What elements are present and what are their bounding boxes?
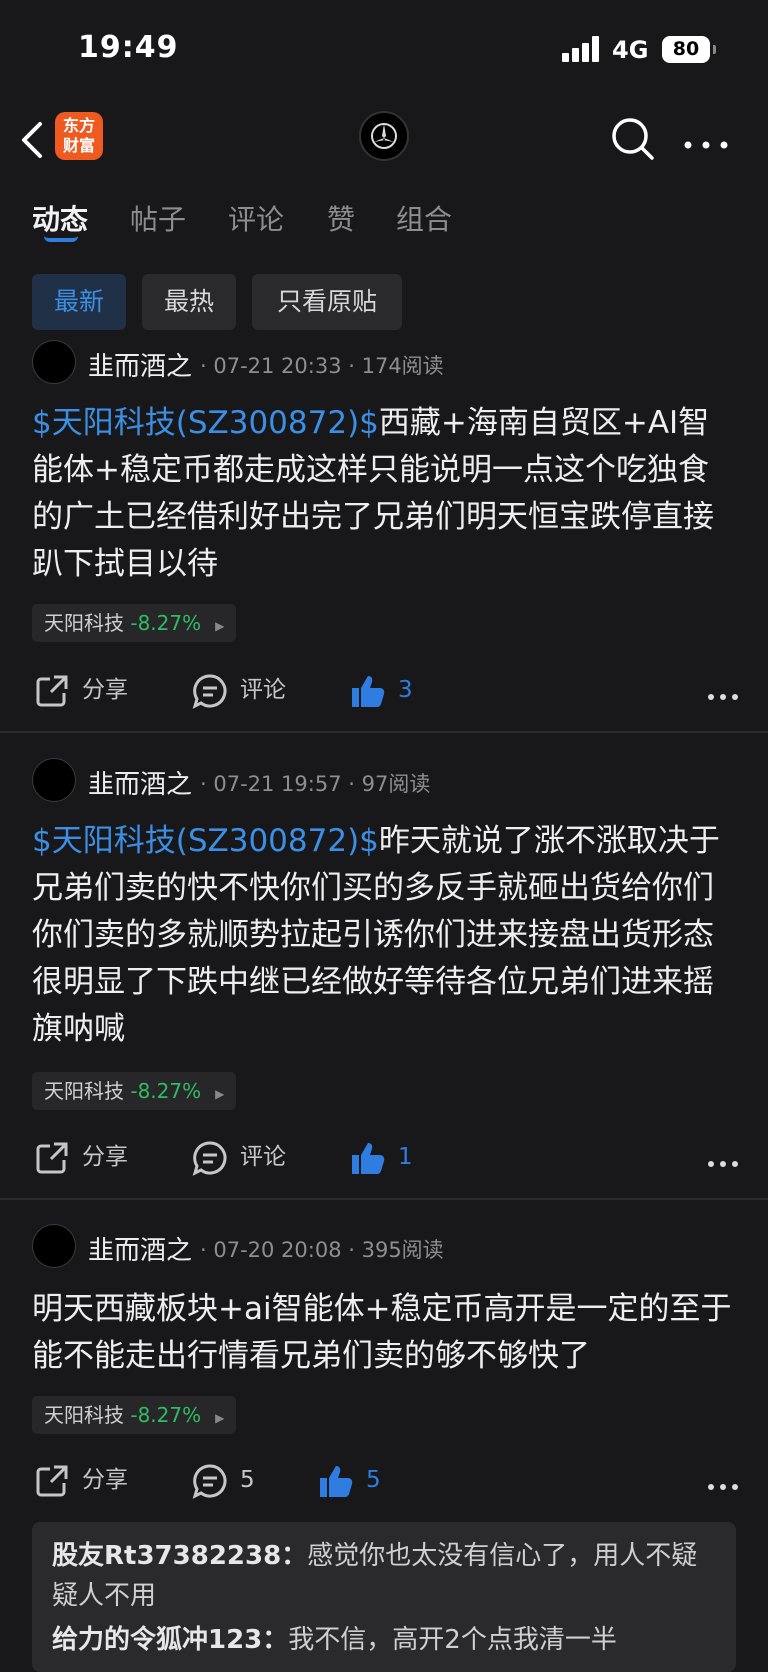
comment-icon bbox=[192, 673, 227, 709]
back-icon[interactable] bbox=[18, 120, 48, 160]
share-button[interactable]: 分享 bbox=[34, 668, 128, 712]
share-button[interactable]: 分享 bbox=[34, 1135, 128, 1179]
stock-badge[interactable]: 天阳科技 -8.27% ▶ bbox=[32, 604, 237, 642]
share-label: 分享 bbox=[82, 1144, 128, 1170]
post-header: 韭而酒之 · 07-21 19:57 · 97阅读 bbox=[32, 758, 732, 804]
more-icon[interactable] bbox=[684, 134, 728, 149]
comment-count: 5 bbox=[240, 1467, 255, 1493]
post-body: 明天西藏板块+ai智能体+稳定币高开是一定的至于能不能走出行情看兄弟们卖的够不够… bbox=[32, 1291, 732, 1374]
avatar[interactable] bbox=[32, 758, 76, 802]
stock-tag-link[interactable]: $天阳科技(SZ300872)$ bbox=[32, 405, 379, 441]
battery-icon: 80 bbox=[662, 36, 716, 63]
thumbs-up-icon bbox=[320, 1465, 353, 1497]
tab-portfolio[interactable]: 组合 bbox=[396, 198, 452, 238]
tab-bar: 动态 帖子 评论 赞 组合 bbox=[0, 186, 768, 246]
stock-name: 天阳科技 bbox=[44, 611, 124, 635]
post-meta: · 07-21 20:33 · 174阅读 bbox=[200, 354, 444, 378]
chevron-right-icon: ▶ bbox=[215, 1411, 225, 1425]
comment-author[interactable]: 股友Rt37382238： bbox=[52, 1541, 307, 1571]
share-icon bbox=[36, 1465, 68, 1496]
post-header: 韭而酒之 · 07-21 20:33 · 174阅读 bbox=[32, 340, 732, 386]
stock-change: -8.27% bbox=[130, 1403, 202, 1427]
stock-change: -8.27% bbox=[130, 611, 202, 635]
comment-author[interactable]: 给力的令狐冲123： bbox=[52, 1625, 288, 1655]
comment-button[interactable]: 5 bbox=[192, 1458, 255, 1502]
avatar[interactable] bbox=[32, 340, 76, 384]
comment-button[interactable]: 评论 bbox=[192, 1135, 286, 1179]
divider bbox=[0, 731, 768, 733]
post-text[interactable]: $天阳科技(SZ300872)$昨天就说了涨不涨取决于兄弟们卖的快不快你们买的多… bbox=[32, 818, 738, 1053]
filter-latest[interactable]: 最新 bbox=[32, 274, 126, 330]
post-card[interactable]: 韭而酒之 · 07-21 20:33 · 174阅读 $天阳科技(SZ30087… bbox=[0, 340, 768, 730]
network-type: 4G bbox=[612, 36, 649, 64]
username[interactable]: 韭而酒之 bbox=[88, 346, 192, 383]
active-tab-indicator bbox=[44, 236, 78, 242]
logo-line2: 财富 bbox=[62, 136, 95, 155]
post-meta: · 07-21 19:57 · 97阅读 bbox=[200, 772, 431, 796]
thumbs-up-icon bbox=[352, 675, 385, 707]
like-button[interactable]: 5 bbox=[318, 1458, 381, 1502]
like-count: 5 bbox=[366, 1467, 381, 1493]
comment-item[interactable]: 给力的令狐冲123：我不信，高开2个点我清一半 bbox=[52, 1620, 716, 1660]
comment-button[interactable]: 评论 bbox=[192, 668, 286, 712]
post-card[interactable]: 韭而酒之 · 07-21 19:57 · 97阅读 $天阳科技(SZ300872… bbox=[0, 758, 768, 1176]
stock-badge[interactable]: 天阳科技 -8.27% ▶ bbox=[32, 1396, 237, 1434]
post-meta: · 07-20 20:08 · 395阅读 bbox=[200, 1238, 444, 1262]
more-icon[interactable] bbox=[708, 1476, 738, 1490]
comment-icon bbox=[192, 1140, 227, 1176]
profile-avatar[interactable] bbox=[359, 111, 409, 161]
share-icon bbox=[36, 1142, 68, 1173]
like-button[interactable]: 3 bbox=[350, 668, 413, 712]
avatar[interactable] bbox=[32, 1224, 76, 1268]
logo-line1: 东方 bbox=[62, 116, 95, 135]
chevron-right-icon: ▶ bbox=[215, 1087, 225, 1101]
filter-original-only[interactable]: 只看原贴 bbox=[252, 274, 402, 330]
comment-preview[interactable]: 股友Rt37382238：感觉你也太没有信心了，用人不疑疑人不用 给力的令狐冲1… bbox=[32, 1522, 736, 1672]
filter-bar: 最新 最热 只看原贴 bbox=[0, 272, 768, 330]
comment-label: 评论 bbox=[240, 1144, 286, 1170]
stock-change: -8.27% bbox=[130, 1079, 202, 1103]
share-label: 分享 bbox=[82, 1467, 128, 1493]
status-bar: 19:49 4G 80 bbox=[0, 0, 768, 100]
comment-text: 我不信，高开2个点我清一半 bbox=[288, 1625, 617, 1655]
share-label: 分享 bbox=[82, 677, 128, 703]
post-header: 韭而酒之 · 07-20 20:08 · 395阅读 bbox=[32, 1224, 732, 1270]
comment-label: 评论 bbox=[240, 677, 286, 703]
post-text[interactable]: $天阳科技(SZ300872)$西藏+海南自贸区+AI智能体+稳定币都走成这样只… bbox=[32, 400, 738, 588]
post-actions: 分享 5 5 bbox=[0, 1458, 768, 1502]
share-button[interactable]: 分享 bbox=[34, 1458, 128, 1502]
share-icon bbox=[36, 675, 68, 706]
tab-likes[interactable]: 赞 bbox=[327, 198, 355, 238]
eastmoney-logo[interactable]: 东方 财富 bbox=[55, 112, 103, 160]
like-count: 3 bbox=[398, 677, 413, 703]
comment-icon bbox=[192, 1463, 227, 1499]
like-button[interactable]: 1 bbox=[350, 1135, 413, 1179]
like-count: 1 bbox=[398, 1144, 413, 1170]
chevron-right-icon: ▶ bbox=[215, 619, 225, 633]
tab-dynamics[interactable]: 动态 bbox=[32, 198, 88, 238]
nav-bar: 东方 财富 bbox=[0, 100, 768, 180]
post-actions: 分享 评论 3 bbox=[0, 668, 768, 712]
stock-tag-link[interactable]: $天阳科技(SZ300872)$ bbox=[32, 823, 379, 859]
more-icon[interactable] bbox=[708, 686, 738, 700]
more-icon[interactable] bbox=[708, 1153, 738, 1167]
username[interactable]: 韭而酒之 bbox=[88, 1230, 192, 1267]
tab-comments[interactable]: 评论 bbox=[228, 198, 284, 238]
tab-posts[interactable]: 帖子 bbox=[130, 198, 186, 238]
thumbs-up-icon bbox=[352, 1142, 385, 1174]
signal-icon bbox=[562, 36, 602, 62]
post-actions: 分享 评论 1 bbox=[0, 1135, 768, 1179]
post-text[interactable]: 明天西藏板块+ai智能体+稳定币高开是一定的至于能不能走出行情看兄弟们卖的够不够… bbox=[32, 1286, 738, 1380]
stock-badge[interactable]: 天阳科技 -8.27% ▶ bbox=[32, 1072, 237, 1110]
search-icon[interactable] bbox=[610, 116, 656, 162]
status-time: 19:49 bbox=[78, 30, 179, 65]
username[interactable]: 韭而酒之 bbox=[88, 764, 192, 801]
divider bbox=[0, 1198, 768, 1200]
filter-hot[interactable]: 最热 bbox=[142, 274, 236, 330]
stock-name: 天阳科技 bbox=[44, 1079, 124, 1103]
comment-item[interactable]: 股友Rt37382238：感觉你也太没有信心了，用人不疑疑人不用 bbox=[52, 1536, 716, 1616]
stock-name: 天阳科技 bbox=[44, 1403, 124, 1427]
post-card[interactable]: 韭而酒之 · 07-20 20:08 · 395阅读 明天西藏板块+ai智能体+… bbox=[0, 1224, 768, 1514]
